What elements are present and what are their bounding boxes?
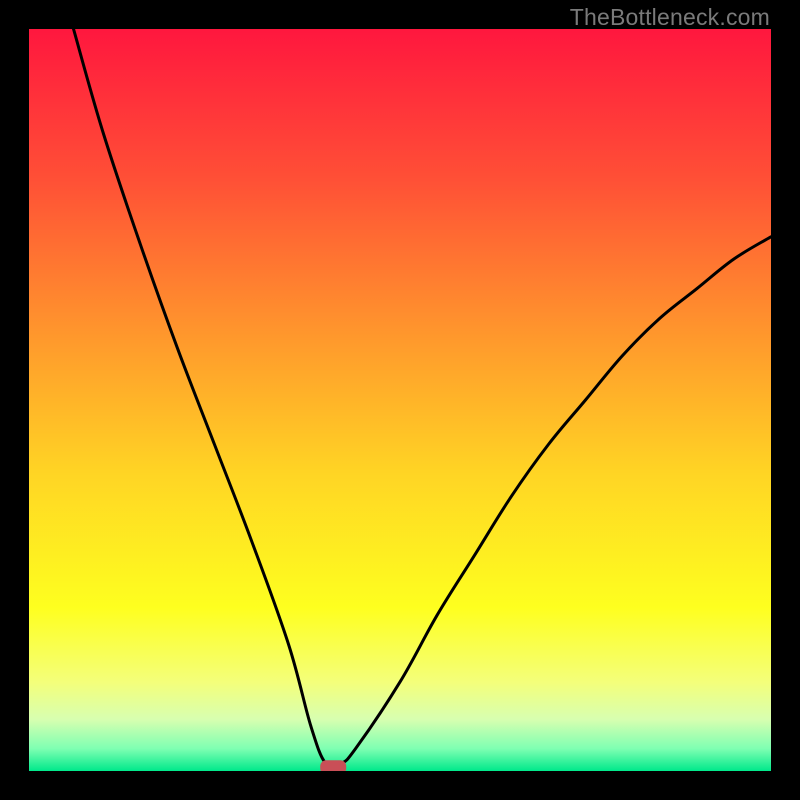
optimum-marker xyxy=(320,760,346,771)
gradient-background xyxy=(29,29,771,771)
chart-frame: TheBottleneck.com xyxy=(0,0,800,800)
chart-svg xyxy=(29,29,771,771)
watermark-text: TheBottleneck.com xyxy=(570,4,770,31)
plot-area xyxy=(29,29,771,771)
